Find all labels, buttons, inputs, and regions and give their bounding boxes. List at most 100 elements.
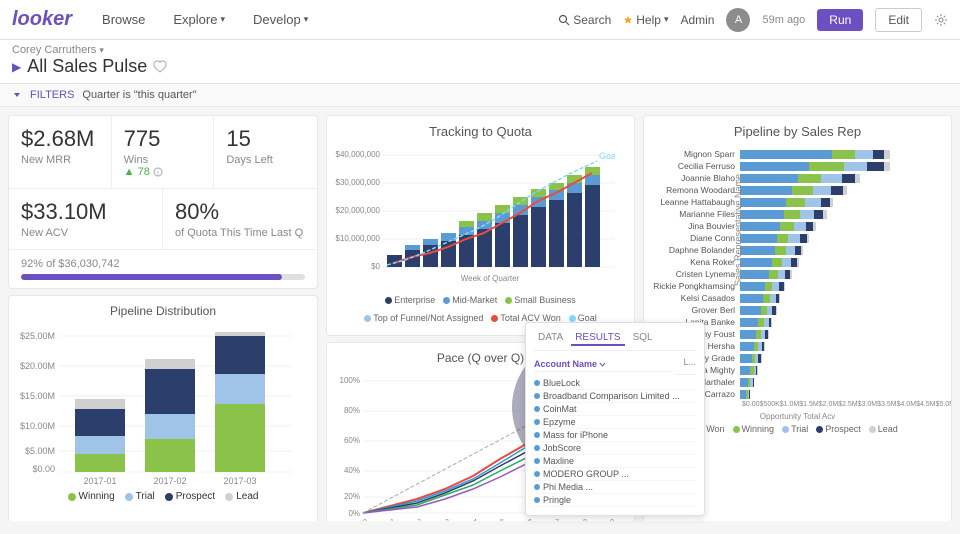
wins-value: 775 <box>124 126 202 152</box>
svg-text:$15.00M: $15.00M <box>20 391 55 401</box>
svg-text:$0.00: $0.00 <box>32 464 55 474</box>
popup-row: Pringle <box>534 494 696 507</box>
user-name[interactable]: Corey Carruthers ▾ <box>12 44 948 56</box>
legend-tof: Top of Funnel/Not Assigned <box>364 313 483 323</box>
run-button[interactable]: Run <box>817 9 863 31</box>
svg-text:1: 1 <box>390 519 394 522</box>
tracking-card: Tracking to Quota $40,000,000 $30,000,00… <box>326 115 635 336</box>
popup-row: BlueLock <box>534 377 696 390</box>
tracking-chart: $40,000,000 $30,000,000 $20,000,000 $10,… <box>335 145 615 290</box>
dist-title: Pipeline Distribution <box>17 304 309 318</box>
days-value: 15 <box>226 126 305 152</box>
filter-bar: FILTERS Quarter is "this quarter" <box>0 84 960 107</box>
quota-label: of Quota This Time Last Q <box>175 227 305 239</box>
popup-tabs: DATA RESULTS SQL <box>534 331 696 351</box>
dashboard-title: ▶ All Sales Pulse <box>12 56 948 77</box>
legend-prospect: Prospect <box>165 491 215 502</box>
svg-text:2017-03: 2017-03 <box>223 476 256 484</box>
search-link[interactable]: Search <box>558 13 611 27</box>
svg-text:$10.00M: $10.00M <box>20 421 55 431</box>
popup-row: CoinMat <box>534 403 696 416</box>
legend-smallbiz: Small Business <box>505 295 576 305</box>
rep-bar-row: Kelsi Casados <box>652 293 943 303</box>
nav-explore[interactable]: Explore ▾ <box>167 12 231 27</box>
mrr-label: New MRR <box>21 154 99 166</box>
rep-bar-row: Cecilia Ferruso <box>652 161 943 171</box>
rep-bar-row: Kena Roker <box>652 257 943 267</box>
wins-metric: 775 Wins ▲ 78 i <box>112 116 215 188</box>
admin-link[interactable]: Admin <box>680 13 714 27</box>
popup-tab-results[interactable]: RESULTS <box>571 331 624 346</box>
sort-icon <box>599 361 606 368</box>
settings-icon[interactable] <box>934 13 948 27</box>
popup-card: DATA RESULTS SQL Account Name L... BlueL… <box>525 322 705 516</box>
pipeline-dist-card: Pipeline Distribution $25.00M $20.00M $1… <box>8 295 318 521</box>
svg-text:2017-01: 2017-01 <box>83 476 116 484</box>
logo: looker <box>12 8 72 31</box>
header: looker Browse Explore ▾ Develop ▾ Search… <box>0 0 960 40</box>
data-popup: DATA RESULTS SQL Account Name L... BlueL… <box>525 322 705 516</box>
svg-text:7: 7 <box>555 519 559 522</box>
popup-row: JobScore <box>534 442 696 455</box>
svg-text:$30,000,000: $30,000,000 <box>336 178 381 187</box>
user-avatar[interactable]: A <box>726 8 750 32</box>
rep-bar-row: Joannie Blaho <box>652 173 943 183</box>
filter-label[interactable]: FILTERS <box>30 89 74 101</box>
rep-bar-row: Diane Conn <box>652 233 943 243</box>
heart-icon[interactable] <box>153 60 167 74</box>
legend-rep-lead: Lead <box>869 424 898 434</box>
legend-lead: Lead <box>225 491 258 502</box>
popup-row: Epzyme <box>534 416 696 429</box>
popup-row: Maxline <box>534 455 696 468</box>
legend-rep-prospect: Prospect <box>816 424 861 434</box>
popup-row: MODERO GROUP ... <box>534 468 696 481</box>
nav-browse[interactable]: Browse <box>96 12 151 27</box>
sub-header: Corey Carruthers ▾ ▶ All Sales Pulse <box>0 40 960 84</box>
nav-develop[interactable]: Develop ▾ <box>247 12 314 27</box>
popup-col-header: Account Name <box>534 357 672 372</box>
svg-text:100%: 100% <box>340 376 360 385</box>
svg-text:3: 3 <box>445 519 449 522</box>
svg-text:4: 4 <box>473 519 477 522</box>
legend-rep-winning: Winning <box>733 424 775 434</box>
tracking-title: Tracking to Quota <box>335 124 626 139</box>
rep-bar-row: Daphne Bolander <box>652 245 943 255</box>
mrr-metric: $2.68M New MRR <box>9 116 112 188</box>
pipeline-dist-chart: $25.00M $20.00M $15.00M $10.00M $5.00M $… <box>17 324 297 484</box>
svg-text:6: 6 <box>528 519 532 522</box>
svg-text:$5.00M: $5.00M <box>25 446 55 456</box>
svg-text:40%: 40% <box>344 466 360 475</box>
acv-value: $33.10M <box>21 199 150 225</box>
svg-text:8: 8 <box>583 519 587 522</box>
top-metrics-card: $2.68M New MRR 775 Wins ▲ 78 i 15 Days L… <box>8 115 318 289</box>
acv-label: New ACV <box>21 227 150 239</box>
edit-button[interactable]: Edit <box>875 8 922 32</box>
svg-text:2: 2 <box>417 519 421 522</box>
days-label: Days Left <box>226 154 305 166</box>
legend-enterprise: Enterprise <box>385 295 435 305</box>
filter-expand-icon[interactable] <box>12 90 22 100</box>
legend-rep-trial: Trial <box>782 424 808 434</box>
help-link[interactable]: Help ▾ <box>623 13 668 27</box>
rep-bar-row: Remona Woodard <box>652 185 943 195</box>
main-content: $2.68M New MRR 775 Wins ▲ 78 i 15 Days L… <box>0 107 960 521</box>
rep-bar-row: Cristen Lynema <box>652 269 943 279</box>
popup-tab-data[interactable]: DATA <box>534 331 567 346</box>
quota-bar <box>21 274 305 280</box>
svg-text:$20.00M: $20.00M <box>20 361 55 371</box>
quota-metric: 80% of Quota This Time Last Q <box>163 189 317 249</box>
svg-text:60%: 60% <box>344 436 360 445</box>
popup-tab-sql[interactable]: SQL <box>629 331 657 346</box>
rep-bar-row: Mignon Sparr <box>652 149 943 159</box>
acv-metric: $33.10M New ACV <box>9 189 163 249</box>
rep-bar-row: Marianne Files <box>652 209 943 219</box>
svg-text:$40,000,000: $40,000,000 <box>336 150 381 159</box>
svg-text:80%: 80% <box>344 406 360 415</box>
popup-row: Phi Media ... <box>534 481 696 494</box>
search-icon <box>558 14 570 26</box>
legend-winning: Winning <box>68 491 115 502</box>
svg-text:Goal: Goal <box>599 151 615 161</box>
info-icon[interactable]: i <box>153 167 163 177</box>
rep-bar-row: Rickie Pongkhamsing <box>652 281 943 291</box>
svg-text:$20,000,000: $20,000,000 <box>336 206 381 215</box>
